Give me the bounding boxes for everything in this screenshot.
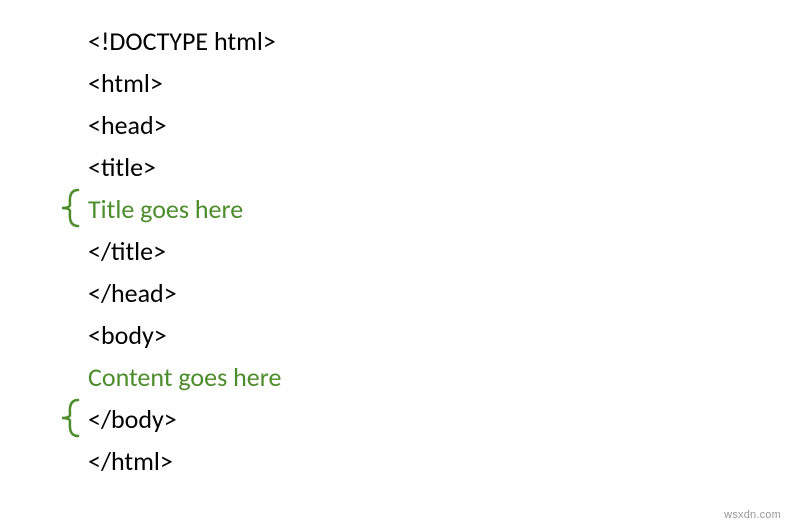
watermark: wsxdn.com (724, 509, 781, 521)
code-line-body-content: Content goes here (88, 356, 281, 398)
code-line-html-open: <html> (88, 62, 281, 104)
code-line-head-open: <head> (88, 104, 281, 146)
code-line-title-open: <title> (88, 146, 281, 188)
code-line-body-close: </body> (88, 398, 281, 440)
code-block: <!DOCTYPE html> <html> <head> <title> Ti… (88, 20, 281, 482)
bracket-content-icon (56, 398, 82, 438)
code-line-body-open: <body> (88, 314, 281, 356)
code-line-html-close: </html> (88, 440, 281, 482)
code-line-title-content: Title goes here (88, 188, 281, 230)
code-line-title-close: </title> (88, 230, 281, 272)
code-line-doctype: <!DOCTYPE html> (88, 20, 281, 62)
code-line-head-close: </head> (88, 272, 281, 314)
bracket-title-icon (56, 188, 82, 228)
